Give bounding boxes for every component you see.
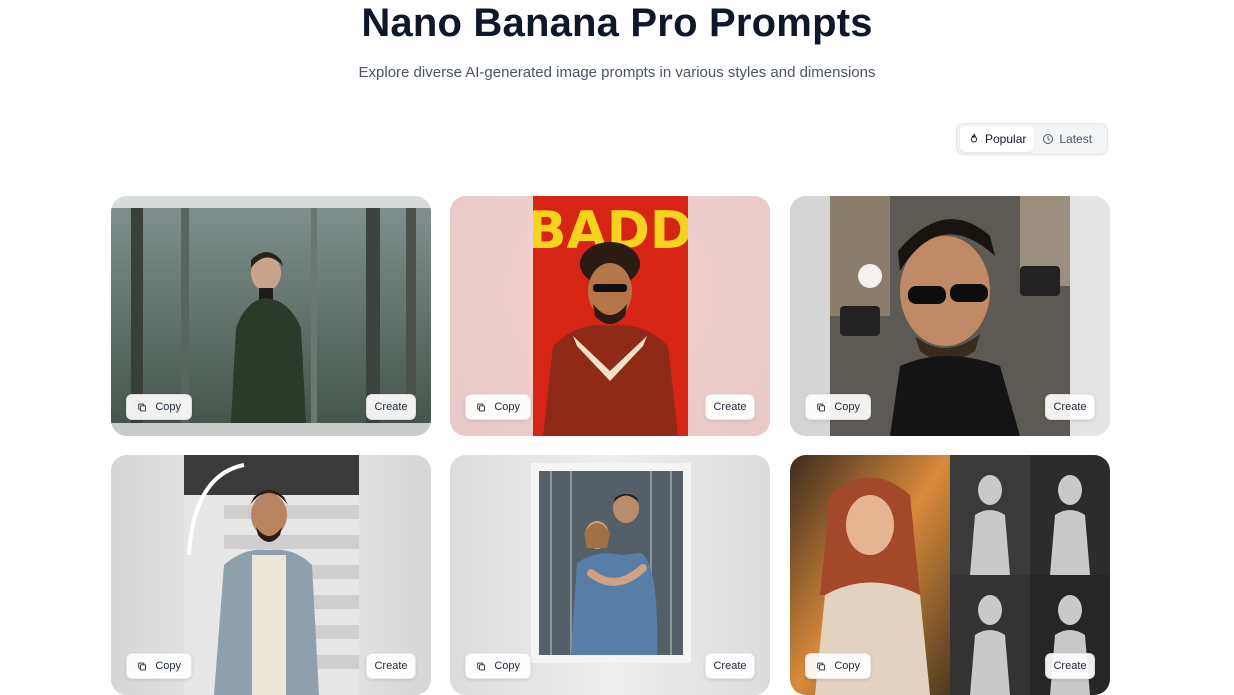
copy-label: Copy xyxy=(155,660,181,672)
copy-label: Copy xyxy=(834,401,860,413)
page-subtitle: Explore diverse AI-generated image promp… xyxy=(358,64,876,81)
sort-popular-button[interactable]: Popular xyxy=(960,126,1035,152)
flame-icon xyxy=(971,133,977,143)
prompt-card[interactable]: BADD Copy Create xyxy=(450,196,770,436)
create-button[interactable]: Create xyxy=(1045,653,1095,679)
prompt-image xyxy=(111,208,431,423)
copy-button[interactable]: Copy xyxy=(126,394,192,420)
prompt-image xyxy=(184,455,359,695)
copy-icon xyxy=(477,662,486,670)
copy-label: Copy xyxy=(834,660,860,672)
create-button[interactable]: Create xyxy=(705,394,755,420)
prompt-card[interactable]: Copy Create xyxy=(790,196,1110,436)
create-button[interactable]: Create xyxy=(366,653,416,679)
copy-button[interactable]: Copy xyxy=(465,653,531,679)
prompt-card[interactable]: Copy Create xyxy=(790,455,1110,695)
copy-label: Copy xyxy=(155,401,181,413)
prompt-image: BADD xyxy=(533,196,688,436)
prompt-image xyxy=(531,463,691,663)
copy-label: Copy xyxy=(494,660,520,672)
sort-toggle: Popular Latest xyxy=(956,123,1108,155)
copy-icon xyxy=(817,403,826,411)
copy-button[interactable]: Copy xyxy=(465,394,531,420)
create-button[interactable]: Create xyxy=(705,653,755,679)
clock-icon xyxy=(1043,134,1054,144)
prompt-card[interactable]: Copy Create xyxy=(111,455,431,695)
copy-icon xyxy=(138,403,147,411)
copy-button[interactable]: Copy xyxy=(126,653,192,679)
prompt-card[interactable]: Copy Create xyxy=(111,196,431,436)
prompt-card[interactable]: Copy Create xyxy=(450,455,770,695)
copy-icon xyxy=(477,403,486,411)
create-button[interactable]: Create xyxy=(366,394,416,420)
copy-label: Copy xyxy=(494,401,520,413)
copy-icon xyxy=(138,662,147,670)
copy-button[interactable]: Copy xyxy=(805,394,871,420)
sort-latest-button[interactable]: Latest xyxy=(1034,126,1100,152)
sort-popular-label: Popular xyxy=(985,132,1027,146)
sort-latest-label: Latest xyxy=(1059,132,1093,146)
copy-button[interactable]: Copy xyxy=(805,653,871,679)
copy-icon xyxy=(817,662,826,670)
page-title: Nano Banana Pro Prompts xyxy=(361,1,873,45)
create-button[interactable]: Create xyxy=(1045,394,1095,420)
